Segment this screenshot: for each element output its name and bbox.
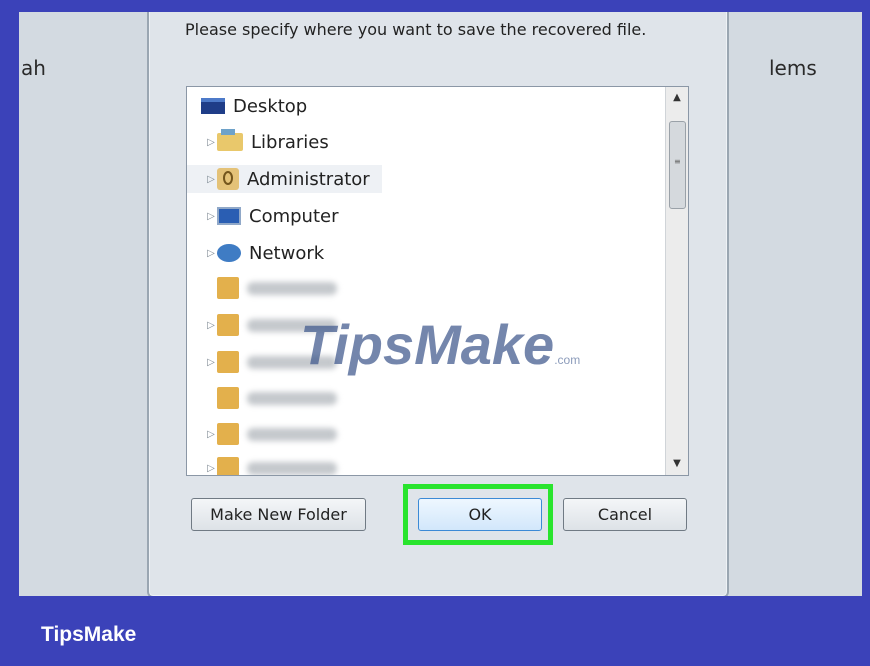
- blurred-label: [247, 391, 337, 405]
- scroll-down-arrow-icon[interactable]: ▼: [666, 453, 688, 475]
- blurred-label: [247, 427, 337, 441]
- tree-item-desktop[interactable]: Desktop: [201, 91, 307, 121]
- ok-highlight-box: [403, 484, 553, 545]
- watermark: TipsMake.com: [300, 312, 580, 377]
- expand-arrow-icon[interactable]: ▷: [205, 320, 217, 331]
- folder-icon: [217, 423, 239, 445]
- expand-arrow-icon[interactable]: ▷: [205, 248, 217, 259]
- expand-arrow-icon[interactable]: ▷: [205, 211, 217, 222]
- folder-icon: [217, 277, 239, 299]
- watermark-suffix: .com: [554, 353, 581, 367]
- watermark-text: TipsMake: [300, 313, 555, 376]
- footer-brand: TipsMake: [41, 623, 137, 646]
- tree-item-network[interactable]: ▷ Network: [205, 238, 324, 268]
- make-new-folder-button[interactable]: Make New Folder: [191, 498, 366, 531]
- blurred-label: [247, 461, 337, 475]
- grip-icon: ≡: [674, 157, 681, 166]
- libraries-icon: [217, 129, 243, 151]
- network-icon: [217, 244, 241, 262]
- tree-item-blurred[interactable]: ▷: [205, 453, 337, 475]
- tree-item-label: Administrator: [247, 168, 370, 190]
- folder-tree[interactable]: Desktop ▷ Libraries ▷ Administrator ▷ Co…: [186, 86, 689, 476]
- tree-item-computer[interactable]: ▷ Computer: [205, 201, 338, 231]
- vertical-scrollbar[interactable]: ▲ ≡ ▼: [665, 87, 688, 475]
- background-text-left: ah: [21, 56, 46, 80]
- folder-icon: [217, 457, 239, 475]
- tree-item-libraries[interactable]: ▷ Libraries: [205, 127, 329, 157]
- tree-item-label: Desktop: [233, 95, 308, 117]
- tree-item-administrator[interactable]: ▷ Administrator: [205, 164, 370, 194]
- dialog-prompt: Please specify where you want to save th…: [185, 20, 647, 39]
- expand-arrow-icon[interactable]: ▷: [205, 429, 217, 440]
- user-folder-icon: [217, 168, 239, 190]
- cancel-button[interactable]: Cancel: [563, 498, 687, 531]
- tree-item-blurred[interactable]: ▷: [205, 419, 337, 449]
- tree-item-label: Computer: [249, 205, 339, 227]
- desktop-icon: [201, 98, 225, 114]
- expand-arrow-icon[interactable]: ▷: [205, 357, 217, 368]
- folder-icon: [217, 314, 239, 336]
- computer-icon: [217, 207, 241, 225]
- browse-folder-dialog: Please specify where you want to save th…: [147, 12, 729, 596]
- folder-icon: [217, 387, 239, 409]
- blurred-label: [247, 281, 337, 295]
- expand-arrow-icon[interactable]: ▷: [205, 174, 217, 185]
- tree-item-label: Network: [249, 242, 325, 264]
- screenshot-area: ah lems Please specify where you want to…: [19, 12, 862, 596]
- folder-icon: [217, 351, 239, 373]
- background-text-right: lems: [769, 56, 817, 80]
- expand-arrow-icon[interactable]: ▷: [205, 137, 217, 148]
- article-frame: ah lems Please specify where you want to…: [0, 0, 870, 666]
- tree-item-blurred[interactable]: [217, 273, 337, 303]
- tree-item-blurred[interactable]: [217, 383, 337, 413]
- expand-arrow-icon[interactable]: ▷: [205, 463, 217, 474]
- tree-item-label: Libraries: [251, 131, 329, 153]
- scroll-up-arrow-icon[interactable]: ▲: [666, 87, 688, 109]
